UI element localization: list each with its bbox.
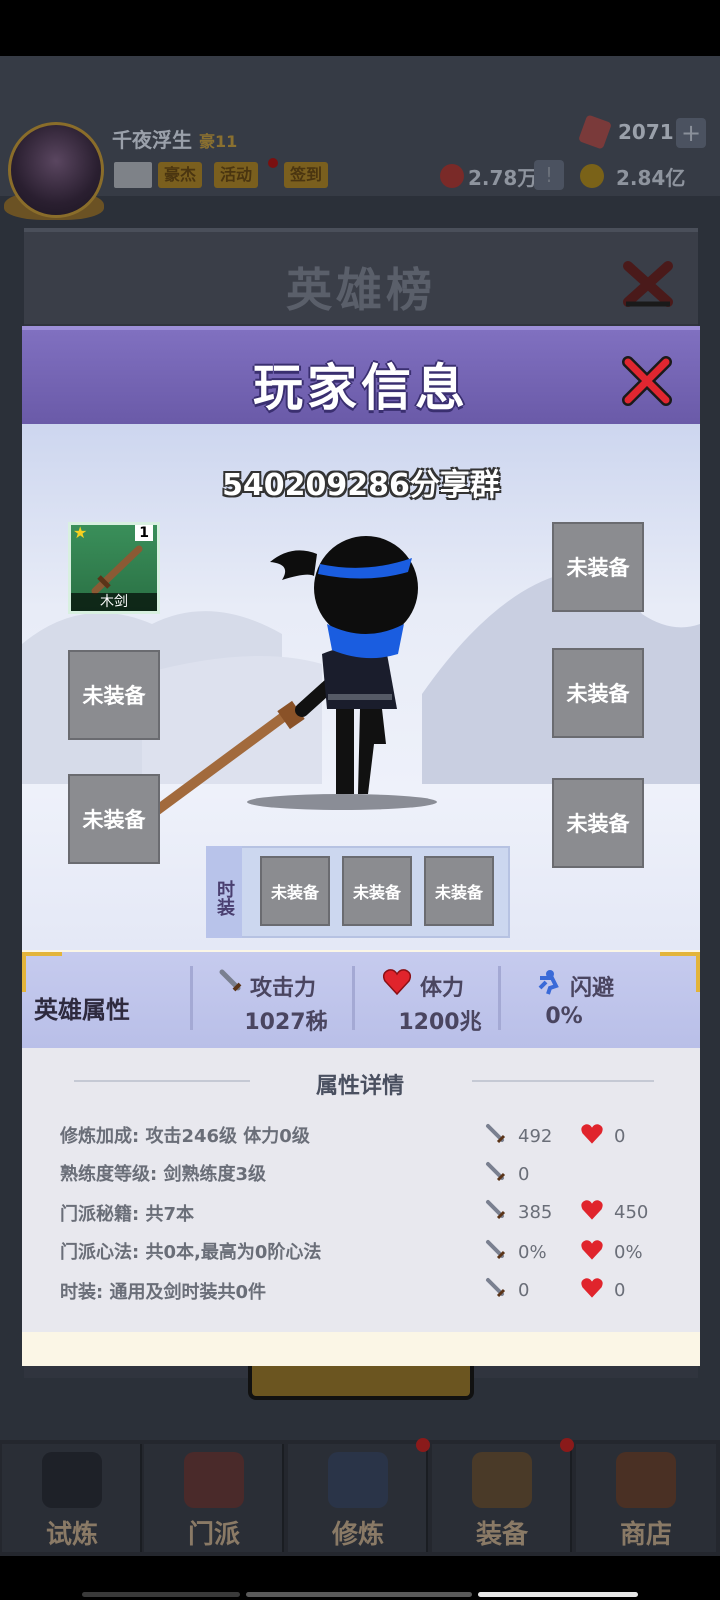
player-name: 千夜浮生 豪11 <box>112 128 238 152</box>
wooden-sword-icon <box>91 545 143 595</box>
heart-icon <box>581 1124 603 1144</box>
add-gems-button[interactable]: + <box>676 118 706 148</box>
weapon-name: 木剑 <box>71 593 157 611</box>
nav-indicator <box>82 1592 240 1597</box>
star-icon: ★ <box>73 523 88 542</box>
equip-slot-right-2[interactable]: 未装备 <box>552 648 644 738</box>
corner-ornament-right <box>660 952 700 992</box>
checkin-button[interactable]: 签到 <box>284 162 329 188</box>
notification-dot <box>560 1438 574 1452</box>
sword-icon <box>486 1200 506 1220</box>
home-indicator[interactable] <box>478 1592 638 1597</box>
gold-coin-icon <box>580 164 604 188</box>
hero-ranking-title: 英雄榜 <box>286 263 436 317</box>
detail-atk-value: 0% <box>518 1242 547 1263</box>
sword-icon <box>486 1124 506 1144</box>
detail-hp-value: 0 <box>614 1280 626 1301</box>
heart-icon <box>581 1240 603 1260</box>
nav-label: 装备 <box>475 1520 528 1550</box>
close-icon[interactable] <box>618 352 676 410</box>
heart-icon <box>581 1278 603 1298</box>
weapon-slot[interactable]: ★ 1 木剑 <box>68 522 160 614</box>
sword-icon <box>486 1162 506 1182</box>
temple-icon <box>184 1452 244 1508</box>
detail-hp-value: 450 <box>614 1202 649 1223</box>
attack-value: 1027秭 <box>244 1010 328 1035</box>
stamina-value: 1200兆 <box>398 1010 482 1035</box>
fashion-label: 时装 <box>206 846 242 938</box>
dialog-title: 玩家信息 <box>253 359 469 417</box>
nav-label: 门派 <box>187 1520 240 1550</box>
detail-row-label: 门派秘籍: 共7本 <box>60 1204 194 1225</box>
fashion-slot-3[interactable]: 未装备 <box>424 856 494 926</box>
notification-dot <box>416 1438 430 1452</box>
stamina-label: 体力 <box>420 976 465 1001</box>
top-bar <box>0 56 720 196</box>
nav-cultivation[interactable]: 修炼 <box>288 1444 428 1552</box>
sword-icon <box>486 1240 506 1260</box>
events-notification-dot <box>268 158 278 168</box>
ninja-icon <box>42 1452 102 1508</box>
dialog-header: 玩家信息 <box>22 326 700 424</box>
ticket-icon <box>440 164 464 188</box>
nav-sect[interactable]: 门派 <box>144 1444 284 1552</box>
info-button[interactable]: ! <box>534 160 564 190</box>
hero-ranking-header: 英雄榜 <box>24 228 698 324</box>
equip-slot-right-3[interactable]: 未装备 <box>552 778 644 868</box>
nav-trial[interactable]: 试炼 <box>2 1444 142 1552</box>
nav-label: 修炼 <box>331 1520 384 1550</box>
heart-icon <box>382 969 412 996</box>
player-avatar[interactable] <box>8 122 104 218</box>
ticket-count: 2.78万 <box>468 166 538 190</box>
attack-label: 攻击力 <box>250 976 317 1001</box>
detail-atk-value: 385 <box>518 1202 553 1223</box>
stats-divider <box>190 966 193 1030</box>
nav-indicator <box>246 1592 472 1597</box>
heroes-button[interactable]: 豪杰 <box>158 162 203 188</box>
heart-icon <box>581 1200 603 1220</box>
mail-icon[interactable] <box>114 162 152 188</box>
fashion-slot-1[interactable]: 未装备 <box>260 856 330 926</box>
dodge-icon <box>538 970 559 995</box>
detail-row-label: 时装: 通用及剑时装共0件 <box>60 1282 266 1303</box>
details-title: 属性详情 <box>315 1074 404 1099</box>
sword-icon <box>486 1278 506 1298</box>
hero-ranking-close-icon[interactable] <box>620 256 676 312</box>
gem-count: 2071 <box>618 120 674 144</box>
shop-icon <box>616 1452 676 1508</box>
nav-shop[interactable]: 商店 <box>576 1444 716 1552</box>
corner-ornament-left <box>22 952 62 992</box>
nav-label: 试炼 <box>45 1520 98 1550</box>
dodge-value: 0% <box>545 1004 583 1029</box>
player-level: 豪11 <box>198 132 238 151</box>
gold-count: 2.84亿 <box>616 166 686 190</box>
hero-stats-title: 英雄属性 <box>34 996 130 1024</box>
detail-row-label: 修炼加成: 攻击246级 体力0级 <box>60 1126 310 1147</box>
swords-icon <box>472 1452 532 1508</box>
detail-atk-value: 492 <box>518 1126 553 1147</box>
stickman-character <box>149 536 437 819</box>
sword-icon <box>219 969 242 992</box>
scroll-icon <box>328 1452 388 1508</box>
equip-slot-right-1[interactable]: 未装备 <box>552 522 644 612</box>
dodge-label: 闪避 <box>570 976 615 1001</box>
detail-row-label: 门派心法: 共0本,最高为0阶心法 <box>60 1242 322 1263</box>
divider-line <box>472 1080 654 1082</box>
events-button[interactable]: 活动 <box>214 162 259 188</box>
fashion-slot-2[interactable]: 未装备 <box>342 856 412 926</box>
detail-hp-value: 0% <box>614 1242 643 1263</box>
detail-hp-value: 0 <box>614 1126 626 1147</box>
nav-equipment[interactable]: 装备 <box>432 1444 572 1552</box>
detail-atk-value: 0 <box>518 1164 530 1185</box>
detail-row-label: 熟练度等级: 剑熟练度3级 <box>60 1164 266 1185</box>
stats-divider <box>352 966 355 1030</box>
detail-atk-value: 0 <box>518 1280 530 1301</box>
player-id: 540209286分享群 <box>222 468 500 503</box>
status-bar <box>0 0 720 56</box>
nav-label: 商店 <box>619 1520 672 1550</box>
equip-slot-left-2[interactable]: 未装备 <box>68 650 160 740</box>
equip-slot-left-3[interactable]: 未装备 <box>68 774 160 864</box>
